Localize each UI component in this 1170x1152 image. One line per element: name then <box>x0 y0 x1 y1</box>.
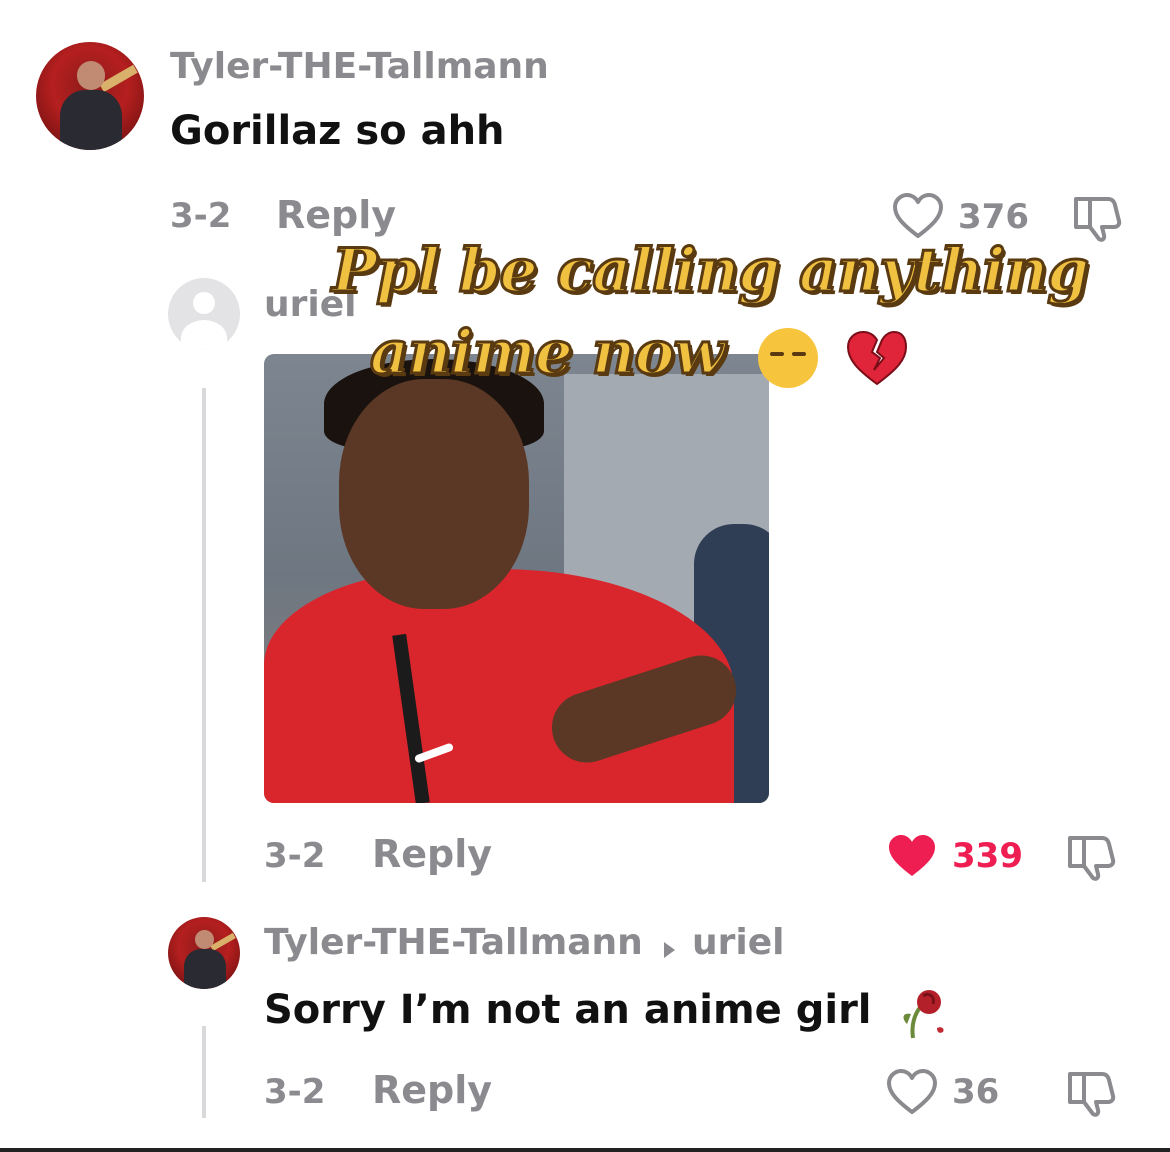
reply-button[interactable]: Reply <box>372 1068 492 1112</box>
avatar-tyler[interactable] <box>36 42 144 150</box>
heart-outline-icon[interactable] <box>892 192 944 240</box>
comment-date: 3-2 <box>170 196 232 236</box>
caption-line-2: anime now <box>0 317 1170 390</box>
reply-button[interactable]: Reply <box>276 193 396 237</box>
like-count: 376 <box>958 197 1029 237</box>
thread-line <box>202 388 206 882</box>
like-count: 36 <box>952 1072 1000 1112</box>
thread-line <box>202 1026 206 1118</box>
reply-to-username[interactable]: uriel <box>692 922 784 963</box>
avatar-tyler[interactable] <box>168 917 240 989</box>
thumbs-down-icon[interactable] <box>1066 832 1118 882</box>
thumbs-down-icon[interactable] <box>1066 1068 1118 1118</box>
comment-username[interactable]: Tyler-THE-Tallmann <box>170 46 549 87</box>
broken-heart-icon <box>846 330 907 385</box>
bottom-divider <box>0 1148 1170 1152</box>
heart-outline-icon[interactable] <box>886 1068 938 1116</box>
reply-button[interactable]: Reply <box>372 832 492 876</box>
wilted-rose-icon <box>903 990 945 1039</box>
reply-text: Sorry I’m not an anime girl <box>264 984 949 1040</box>
reply-date: 3-2 <box>264 1072 326 1112</box>
reply-date: 3-2 <box>264 836 326 876</box>
comment-text: Gorillaz so ahh <box>170 108 505 154</box>
caption-line-2-text: anime now <box>369 317 727 390</box>
reply-header: Tyler-THE-Tallmann uriel <box>264 922 784 963</box>
pensive-face-icon <box>758 327 819 388</box>
reply-image[interactable] <box>264 354 769 803</box>
like-count: 339 <box>952 836 1023 876</box>
reply-text-content: Sorry I’m not an anime girl <box>264 987 872 1033</box>
caption-line-1: Ppl be calling anything <box>330 235 1090 308</box>
heart-filled-icon[interactable] <box>886 832 938 880</box>
reply-username[interactable]: Tyler-THE-Tallmann <box>264 922 643 963</box>
reply-arrow-icon <box>663 941 675 958</box>
